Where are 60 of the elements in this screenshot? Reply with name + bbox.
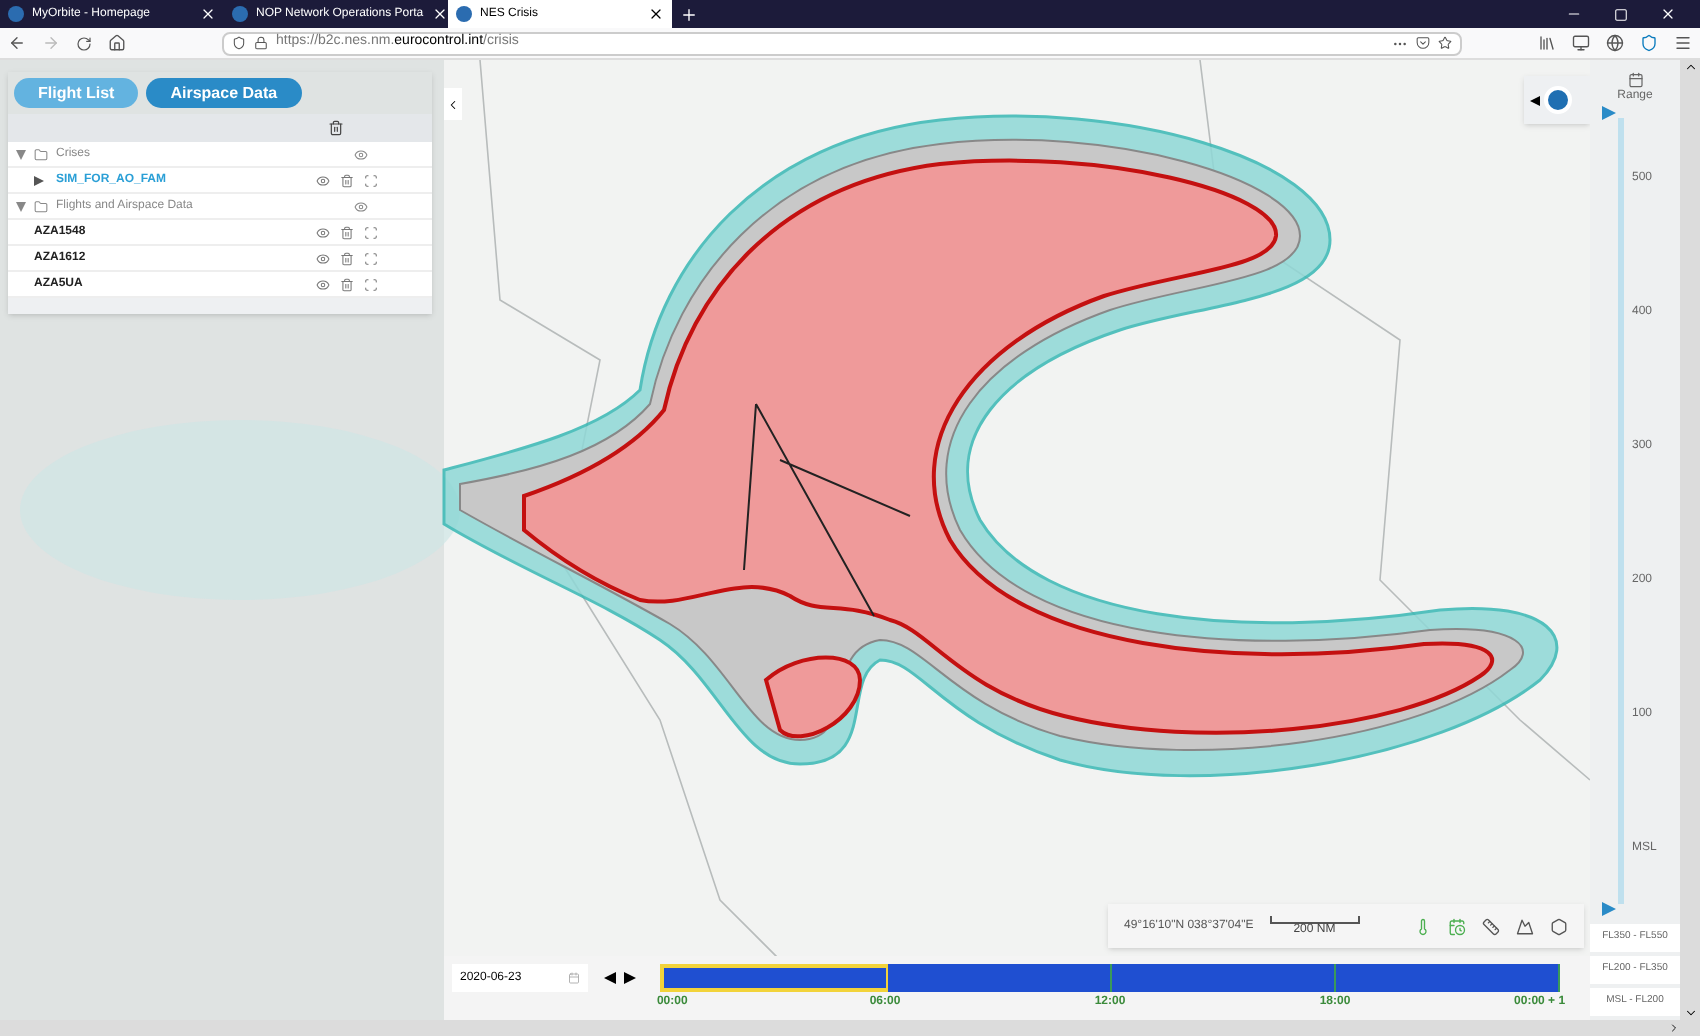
polygon-icon[interactable]: [1550, 917, 1568, 935]
new-tab-icon[interactable]: [680, 5, 698, 23]
trash-icon[interactable]: [328, 120, 344, 136]
sidebar-icon[interactable]: [1572, 34, 1590, 52]
scale-bar: [1269, 915, 1360, 923]
expand-caret-icon[interactable]: [34, 175, 44, 185]
home-icon[interactable]: [108, 34, 126, 52]
expand-caret-icon[interactable]: [16, 201, 26, 211]
menu-icon[interactable]: [1674, 34, 1692, 52]
close-icon[interactable]: [648, 6, 664, 22]
horizontal-scrollbar[interactable]: [0, 1020, 1700, 1036]
zoom-to-icon[interactable]: [364, 277, 378, 291]
upper-handle[interactable]: [1602, 106, 1616, 120]
eye-icon[interactable]: [316, 173, 330, 187]
trash-icon[interactable]: [340, 277, 354, 291]
expand-caret-icon[interactable]: [16, 149, 26, 159]
site-icon: [232, 6, 248, 22]
chevron-left-icon: [446, 97, 460, 111]
logo-icon: [1544, 86, 1572, 114]
reload-icon[interactable]: [76, 35, 92, 51]
eye-icon[interactable]: [316, 225, 330, 239]
site-icon: [8, 6, 24, 22]
scroll-right-icon: [1668, 1022, 1680, 1034]
zoom-to-icon[interactable]: [364, 251, 378, 265]
pocket-icon[interactable]: [1416, 36, 1430, 50]
calendar-clock-icon[interactable]: [1448, 917, 1466, 935]
trash-icon[interactable]: [340, 173, 354, 187]
shield-icon: [232, 36, 246, 50]
extension-icon[interactable]: [1640, 34, 1658, 52]
zoom-to-icon[interactable]: [364, 173, 378, 187]
terrain-icon[interactable]: [1516, 917, 1534, 935]
trash-icon[interactable]: [340, 225, 354, 239]
star-icon[interactable]: [1438, 36, 1452, 50]
close-icon[interactable]: [431, 6, 448, 22]
ruler-icon[interactable]: [1482, 917, 1500, 935]
range-icon: [1627, 72, 1643, 88]
calendar-icon: [568, 972, 580, 984]
library-icon[interactable]: [1538, 34, 1556, 52]
eye-icon[interactable]: [354, 199, 368, 213]
back-icon[interactable]: [8, 34, 26, 52]
site-icon: [456, 6, 472, 22]
trash-icon[interactable]: [340, 251, 354, 265]
caret-icon: [1530, 95, 1540, 105]
eye-icon[interactable]: [354, 147, 368, 161]
scroll-down-icon: [1683, 1006, 1697, 1020]
lock-icon: [254, 36, 268, 50]
panel-button[interactable]: Airspace Data: [146, 78, 302, 108]
folder-icon: [34, 147, 48, 161]
folder-icon: [34, 199, 48, 213]
previous-icon[interactable]: [604, 972, 616, 984]
scroll-up-icon: [1683, 60, 1697, 74]
zoom-to-icon[interactable]: [364, 225, 378, 239]
next-icon[interactable]: [624, 972, 636, 984]
lower-handle[interactable]: [1602, 902, 1616, 916]
eye-icon[interactable]: [316, 251, 330, 265]
vertical-scrollbar[interactable]: [1680, 60, 1700, 1020]
collapse-panel-button[interactable]: [444, 88, 462, 120]
maximize-icon[interactable]: [1614, 7, 1628, 21]
logo-button[interactable]: [1524, 76, 1590, 124]
eye-icon[interactable]: [316, 277, 330, 291]
